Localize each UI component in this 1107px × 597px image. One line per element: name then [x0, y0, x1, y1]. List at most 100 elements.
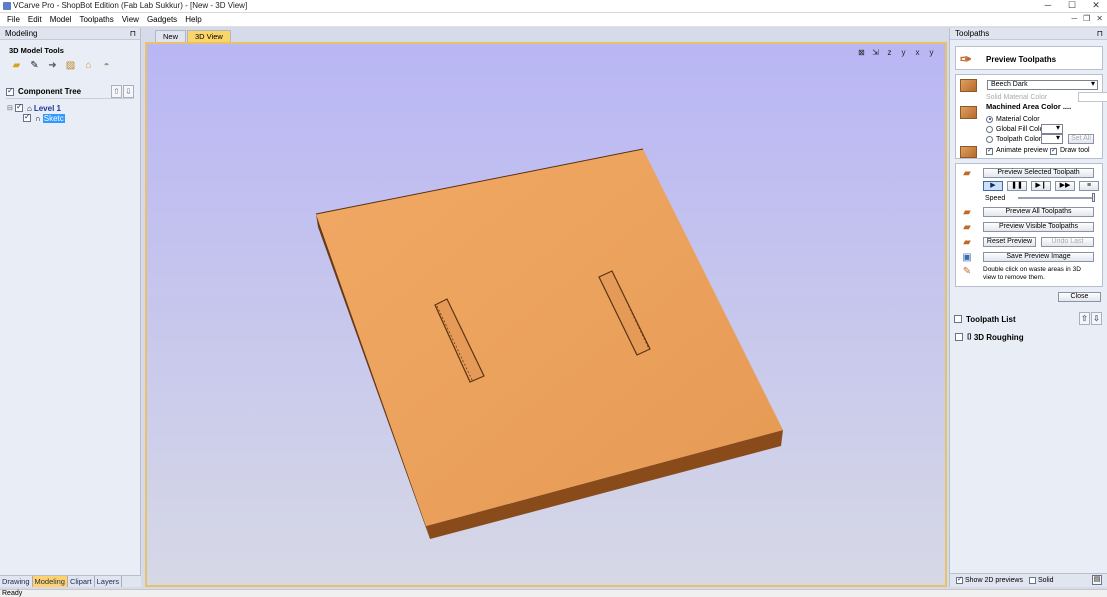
modeling-panel: Modeling ⊓ 3D Model Tools ▰ ✎ ➜ ▨ ⌂ ◓ Co… [0, 28, 141, 587]
preview-selected-button[interactable]: Preview Selected Toolpath [983, 168, 1094, 178]
step-button[interactable]: ▶❙ [1031, 181, 1051, 191]
play-button[interactable]: ▶ [983, 181, 1003, 191]
material-color-label: Material Color [996, 115, 1040, 123]
speed-slider-track[interactable] [1018, 197, 1094, 199]
animate-icon [960, 146, 977, 158]
sketch-checkbox[interactable] [23, 112, 31, 122]
toolpath-item-checkbox[interactable] [955, 333, 963, 341]
radio-global-fill[interactable]: Global Fill Color [986, 124, 1102, 134]
arrow-right-icon[interactable]: ➜ [46, 59, 59, 71]
reset-preview-button[interactable]: Reset Preview [983, 237, 1036, 247]
toolpath-color-dropdown[interactable] [1041, 134, 1063, 144]
mdi-minimize-icon[interactable]: ─ [1071, 14, 1077, 23]
radio-material-color[interactable]: Material Color [986, 114, 1102, 124]
pin-icon[interactable]: ⊓ [130, 28, 136, 40]
menu-model[interactable]: Model [46, 15, 76, 24]
save-image-row: ▣ Save Preview Image [960, 251, 1102, 263]
menu-help[interactable]: Help [181, 15, 205, 24]
menu-gadgets[interactable]: Gadgets [143, 15, 181, 24]
tab-layers[interactable]: Layers [95, 576, 123, 587]
close-button[interactable]: Close [1058, 292, 1101, 302]
save-preview-image-button[interactable]: Save Preview Image [983, 252, 1094, 262]
animate-preview-checkbox[interactable] [986, 146, 993, 155]
level-label: Level 1 [33, 103, 61, 113]
preview-all-button[interactable]: Preview All Toolpaths [983, 207, 1094, 217]
component-tree-title: Component Tree [18, 87, 82, 96]
document-tabs: New 3D View [145, 30, 232, 42]
move-up-button[interactable]: ⇧ [111, 85, 122, 98]
window-title: VCarve Pro - ShopBot Edition (Fab Lab Su… [13, 1, 248, 10]
preview-toolpaths-header: ✑ Preview Toolpaths [956, 47, 1102, 71]
tab-new[interactable]: New [155, 30, 187, 42]
toolpath-item[interactable]: ⌷ 3D Roughing [955, 331, 1103, 343]
tab-modeling[interactable]: Modeling [32, 576, 68, 587]
stop-button[interactable]: ≡ [1079, 181, 1099, 191]
pin-icon[interactable]: ⊓ [1097, 28, 1103, 40]
draw-tool-checkbox[interactable] [1050, 146, 1057, 155]
wrench-icon[interactable]: ✎ [28, 59, 41, 71]
material-color-radio[interactable] [986, 115, 993, 123]
preview-visible-icon: ▰ [963, 221, 971, 233]
toolpath-move-up-button[interactable]: ⇧ [1079, 312, 1090, 325]
undo-last-button[interactable]: Undo Last [1041, 237, 1094, 247]
show-2d-previews-checkbox[interactable] [956, 575, 963, 584]
preview-visible-button[interactable]: Preview Visible Toolpaths [983, 222, 1094, 232]
set-all-button[interactable]: Set All [1068, 134, 1094, 144]
speed-slider-handle[interactable] [1092, 193, 1095, 202]
menu-edit[interactable]: Edit [24, 15, 46, 24]
model-tools-row: ▰ ✎ ➜ ▨ ⌂ ◓ [10, 59, 140, 71]
mdi-controls: ─ ❐ ✕ [1071, 14, 1103, 23]
save-image-icon: ▣ [962, 251, 972, 263]
model-tools-title: 3D Model Tools [9, 46, 64, 55]
move-down-button[interactable]: ⇩ [123, 85, 134, 98]
title-bar: VCarve Pro - ShopBot Edition (Fab Lab Su… [0, 0, 1107, 13]
toolpaths-panel: Toolpaths ⊓ ✑ Preview Toolpaths Beech Da… [949, 28, 1107, 587]
close-icon[interactable]: ✕ [1089, 0, 1103, 11]
folder-open-icon[interactable]: ▰ [10, 59, 23, 71]
hint-icon: ✎ [962, 266, 972, 277]
minimize-icon[interactable]: ─ [1041, 0, 1055, 11]
texture-icon[interactable]: ▨ [64, 59, 77, 71]
menu-toolpaths[interactable]: Toolpaths [75, 15, 117, 24]
toolpath-list-checkbox[interactable] [954, 315, 962, 323]
component-tree-checkbox[interactable] [6, 86, 14, 96]
mdi-restore-icon[interactable]: ❐ [1083, 14, 1090, 23]
roughing-icon: ⌷ [967, 332, 972, 341]
app-icon [3, 2, 11, 10]
menu-file[interactable]: File [3, 15, 24, 24]
menu-view[interactable]: View [118, 15, 143, 24]
dome-icon[interactable]: ◓ [100, 59, 113, 71]
material-dropdown[interactable]: Beech Dark [987, 80, 1098, 90]
animate-preview-label: Animate preview [996, 147, 1048, 154]
draw-tool-label: Draw tool [1060, 147, 1090, 154]
tab-clipart[interactable]: Clipart [68, 576, 95, 587]
solid-color-row: Solid Material Color [986, 92, 1107, 102]
component-tree-header: Component Tree ⇧ ⇩ [6, 85, 134, 99]
collapse-icon[interactable]: ⊟ [7, 104, 15, 112]
component-tree: ⊟ ⌂ Level 1 ∩ Sketc [7, 102, 140, 123]
tab-3d-view[interactable]: 3D View [187, 30, 231, 42]
maximize-icon[interactable]: ☐ [1065, 0, 1079, 11]
toolpath-color-radio[interactable] [986, 135, 993, 143]
left-bottom-tabs: Drawing Modeling Clipart Layers [0, 575, 141, 587]
level-checkbox[interactable] [15, 102, 23, 112]
lock-icon[interactable]: ⌂ [82, 59, 95, 71]
tab-drawing[interactable]: Drawing [0, 576, 33, 587]
properties-icon[interactable]: ▤ [1092, 575, 1102, 585]
radio-toolpath-color[interactable]: Toolpath Color Set All [986, 134, 1102, 144]
solid-checkbox[interactable] [1028, 577, 1036, 584]
preview-options-bar: Show 2D previews Solid ▤ [950, 573, 1107, 587]
tree-item-sketch[interactable]: ∩ Sketc [7, 112, 140, 123]
mdi-close-icon[interactable]: ✕ [1096, 14, 1103, 23]
3d-viewport[interactable]: ⊠ ⇲ z y x y [145, 42, 947, 587]
solid-color-dropdown[interactable] [1078, 92, 1107, 102]
playback-controls: ▶ ❚❚ ▶❙ ▶▶ ≡ [983, 181, 1102, 191]
preview-all-row: ▰ Preview All Toolpaths [960, 206, 1102, 218]
preview-all-icon: ▰ [963, 206, 971, 218]
global-fill-radio[interactable] [986, 125, 993, 133]
fast-forward-button[interactable]: ▶▶ [1055, 181, 1075, 191]
preview-header-box: ✑ Preview Toolpaths [955, 46, 1103, 70]
pause-button[interactable]: ❚❚ [1007, 181, 1027, 191]
material-block[interactable] [147, 44, 945, 585]
toolpath-move-down-button[interactable]: ⇩ [1091, 312, 1102, 325]
